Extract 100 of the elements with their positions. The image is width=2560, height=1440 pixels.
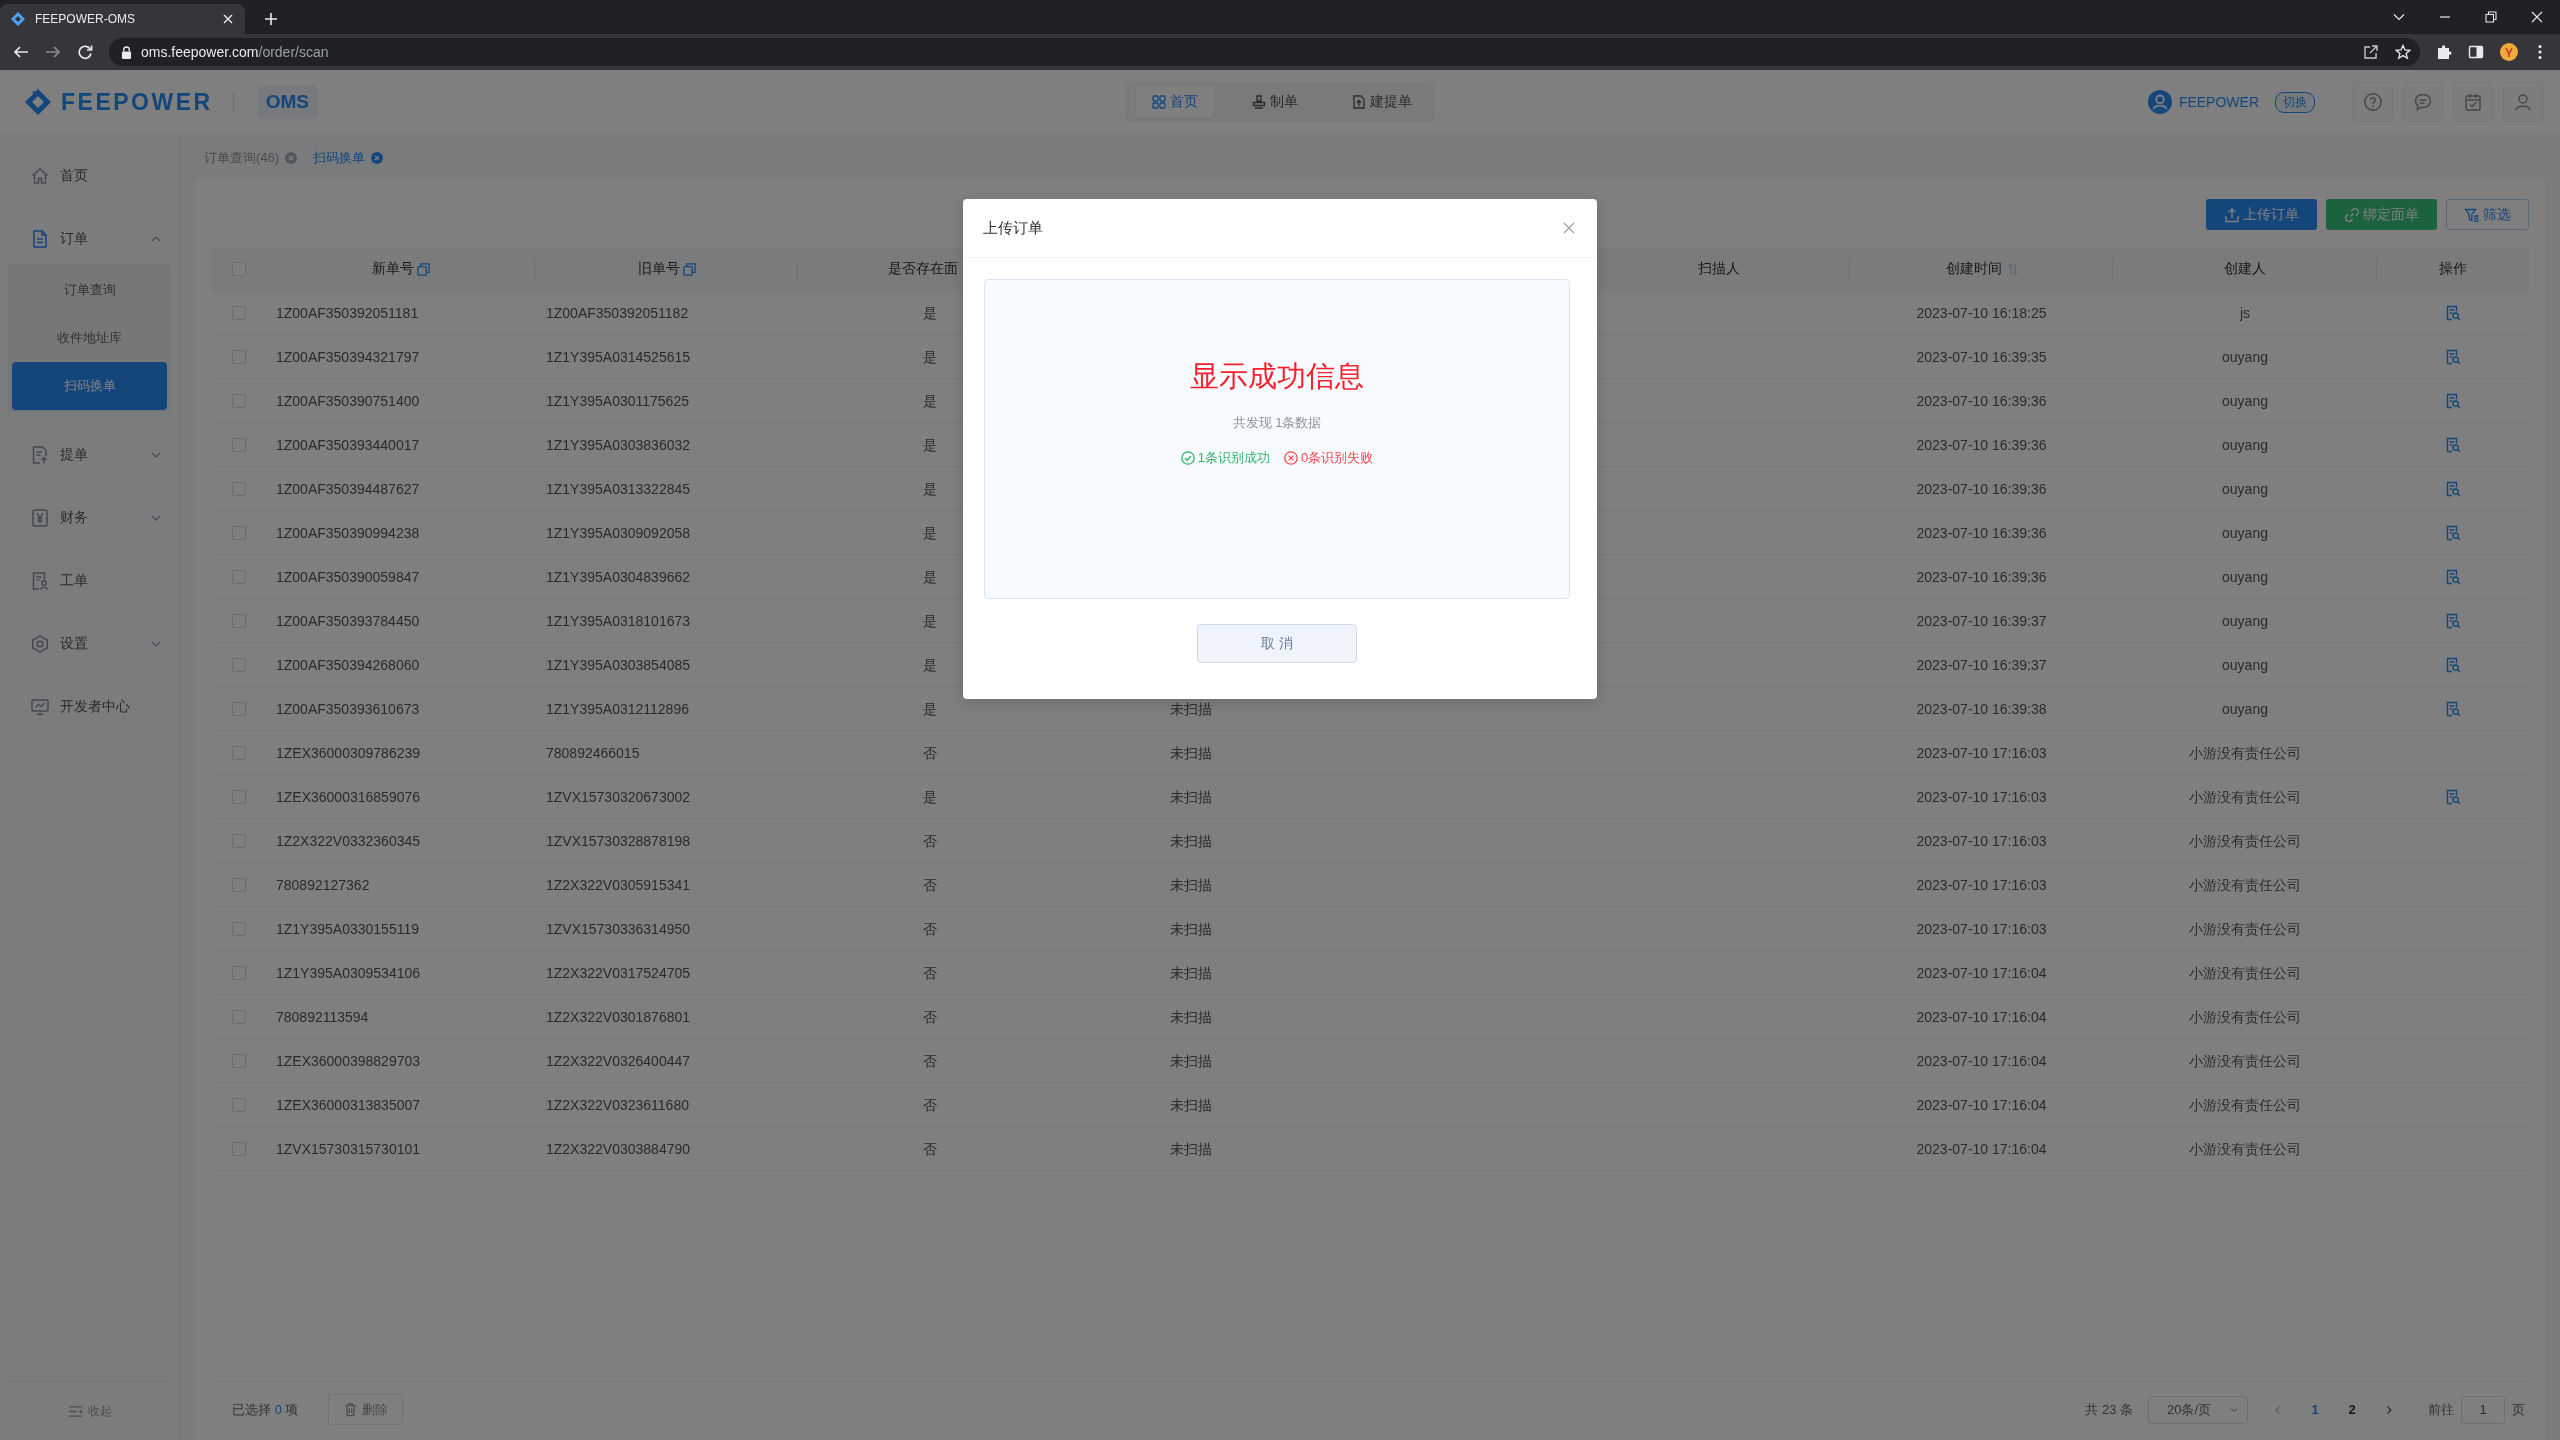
table-cell: 1Z2X322V0305915341 [546, 876, 691, 893]
user-name: FEEPOWER [2178, 94, 2259, 110]
page-number-button[interactable]: 1 [2300, 1395, 2330, 1424]
document-search-icon[interactable] [2445, 524, 2461, 541]
table-cell: 1Z00AF350393784450 [276, 612, 420, 629]
table-cell: 1Z00AF350393610673 [276, 700, 420, 717]
table-cell: 2023-07-10 17:16:04 [1916, 964, 2047, 981]
reload-icon[interactable] [77, 44, 93, 60]
table-cell: ouyang [2222, 480, 2268, 497]
column-header: 旧单号 [637, 260, 680, 278]
share-icon[interactable] [2363, 44, 2379, 60]
sidebar-item[interactable]: 工单 [0, 557, 179, 605]
table-cell: ouyang [2222, 656, 2268, 673]
sidebar-item[interactable]: 设置 [0, 620, 179, 668]
more-icon[interactable] [2538, 44, 2542, 60]
account-button[interactable] [2503, 82, 2543, 122]
copy-icon[interactable] [417, 262, 430, 276]
user-icon [2513, 92, 2533, 112]
table-cell: 1Z00AF350390994238 [276, 524, 420, 541]
sidebar-item[interactable]: 首页 [0, 152, 179, 200]
document-search-icon[interactable] [2445, 568, 2461, 585]
table-cell: 未扫描 [1170, 876, 1212, 893]
back-arrow-icon[interactable] [13, 44, 29, 60]
submenu-item[interactable]: 扫码换单 [12, 362, 167, 410]
calendar-button[interactable] [2453, 82, 2493, 122]
sidebar-item[interactable]: 财务 [0, 494, 179, 542]
document-search-icon[interactable] [2445, 656, 2461, 673]
document-search-icon[interactable] [2445, 348, 2461, 365]
sort-icon[interactable] [2007, 263, 2018, 275]
table-cell: 1ZEX36000316859076 [276, 788, 421, 805]
page-size-select[interactable]: 20条/页 [2148, 1395, 2248, 1424]
restore-icon[interactable] [2485, 11, 2497, 23]
nav-tab[interactable]: 制单 [1236, 86, 1314, 118]
bind-button[interactable]: 绑定面单 [2326, 199, 2437, 230]
filter-icon [2464, 206, 2480, 223]
puzzle-icon[interactable] [2436, 44, 2452, 60]
nav-tab[interactable]: 建提单 [1336, 86, 1428, 118]
yen-document-icon [30, 508, 50, 528]
table-cell: 1Z1Y395A0303836032 [546, 436, 691, 453]
document-search-icon[interactable] [2445, 700, 2461, 717]
table-cell: 1ZVX15730336314950 [546, 920, 691, 937]
close-circle-icon[interactable] [371, 152, 384, 164]
grid-icon [1152, 95, 1166, 109]
forward-arrow-icon[interactable] [45, 44, 61, 60]
page-tab[interactable]: 扫码换单 [313, 149, 384, 167]
x-circle-icon [1284, 451, 1298, 465]
table-cell: 1Z1Y395A0330155119 [276, 920, 419, 937]
nav-tab[interactable]: 首页 [1136, 86, 1214, 118]
goto-label: 前往 [2428, 1400, 2454, 1419]
cancel-button[interactable]: 取 消 [1197, 624, 1357, 663]
table-cell: 否 [922, 964, 937, 981]
table-cell: 小游没有责任公司 [2189, 920, 2301, 937]
sidebar-item[interactable]: 提单 [0, 431, 179, 479]
profile-avatar-icon[interactable] [2500, 43, 2518, 61]
table-cell: ouyang [2222, 700, 2268, 717]
table-cell: ouyang [2222, 612, 2268, 629]
document-search-icon[interactable] [2445, 612, 2461, 629]
chevron-down-icon[interactable] [2393, 11, 2405, 23]
document-search-icon[interactable] [2445, 392, 2461, 409]
table-cell: 是 [922, 480, 937, 497]
table-cell: 1Z00AF350394487627 [276, 480, 420, 497]
table-cell: ouyang [2222, 392, 2268, 409]
table-cell: 是 [922, 656, 937, 673]
submenu-item[interactable]: 收件地址库 [12, 314, 167, 362]
sidebar-item[interactable]: 开发者中心 [0, 683, 179, 731]
address-field[interactable]: oms.feepower.com/order/scan [109, 38, 2420, 66]
table-cell: 1Z2X322V0317524705 [546, 964, 691, 981]
table-cell: 2023-07-10 16:39:37 [1916, 656, 2047, 673]
sidebar-item[interactable]: 订单 [0, 215, 179, 263]
side-panel-icon[interactable] [2468, 44, 2484, 60]
browser-tab[interactable]: FEEPOWER-OMS [0, 4, 245, 34]
table-cell: 2023-07-10 16:39:36 [1916, 436, 2047, 453]
page-input[interactable]: 1 [2461, 1395, 2505, 1424]
new-tab-icon[interactable] [265, 13, 277, 25]
table-cell: 是 [922, 788, 937, 805]
star-icon[interactable] [2395, 44, 2411, 60]
submenu-item[interactable]: 订单查询 [12, 266, 167, 314]
table-cell: 1ZEX36000398829703 [276, 1052, 421, 1069]
filter-button[interactable]: 筛选 [2446, 199, 2529, 230]
document-arrow-icon [30, 445, 50, 465]
close-circle-icon[interactable] [285, 152, 298, 164]
help-button[interactable] [2353, 82, 2393, 122]
switch-button[interactable]: 切换 [2275, 91, 2315, 113]
failure-count-text: 0条识别失败 [1301, 449, 1374, 467]
document-search-icon[interactable] [2445, 480, 2461, 497]
document-search-icon[interactable] [2445, 436, 2461, 453]
table-cell: 1Z2X322V0303884790 [546, 1140, 691, 1157]
upload-button[interactable]: 上传订单 [2206, 199, 2317, 230]
table-cell: 小游没有责任公司 [2189, 964, 2301, 981]
chevron-right-icon [2384, 1404, 2394, 1415]
table-cell: 2023-07-10 16:39:37 [1916, 612, 2047, 629]
document-search-icon[interactable] [2445, 788, 2461, 805]
table-cell: 1Z1Y395A0301175625 [546, 392, 689, 409]
messages-button[interactable] [2403, 82, 2443, 122]
copy-icon[interactable] [682, 262, 696, 276]
table-cell: 1Z1Y395A0303854085 [546, 656, 691, 673]
page-number-button[interactable]: 2 [2337, 1395, 2367, 1424]
document-search-icon[interactable] [2445, 304, 2461, 321]
link-icon [2344, 206, 2360, 223]
table-cell: ouyang [2222, 348, 2268, 365]
